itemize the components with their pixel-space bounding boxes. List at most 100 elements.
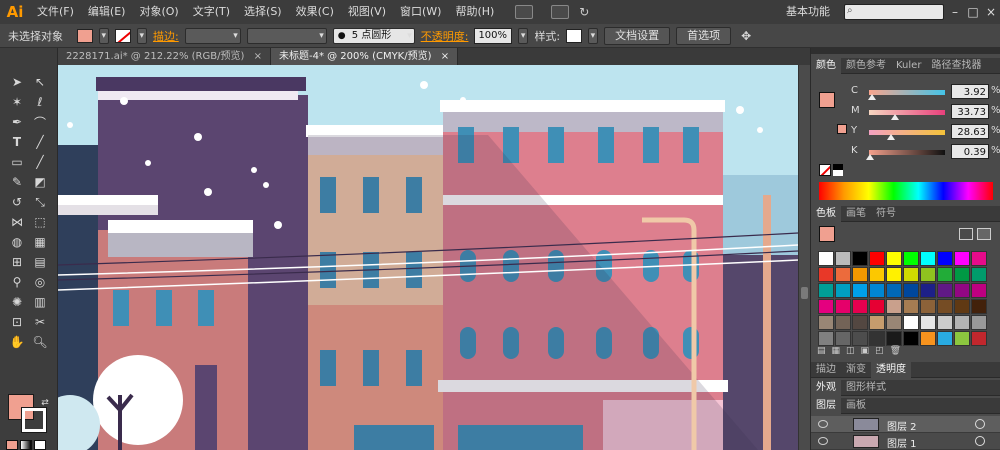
grid-view-icon[interactable]	[977, 228, 991, 240]
swatch[interactable]	[886, 251, 902, 266]
artboard-tool-icon[interactable]: ⊡	[8, 313, 26, 331]
pen-tool-icon[interactable]: ✒	[8, 113, 26, 131]
slider-knob-icon[interactable]	[890, 114, 899, 120]
out-of-gamut-icon[interactable]	[837, 124, 847, 134]
bridge-icon[interactable]	[515, 5, 534, 19]
slider-value-input[interactable]: 28.63	[951, 124, 989, 139]
gradient-tool-icon[interactable]: ▤	[31, 253, 49, 271]
swatch[interactable]	[971, 251, 987, 266]
none-mode-icon[interactable]	[34, 440, 46, 450]
swatch[interactable]	[903, 267, 919, 282]
stroke-weight-dropdown[interactable]	[184, 27, 241, 44]
tab-kuler[interactable]: Kuler	[891, 58, 926, 74]
swatch[interactable]	[852, 315, 868, 330]
preferences-button[interactable]: 首选项	[676, 26, 732, 45]
hand-tool-icon[interactable]: ✋	[8, 333, 26, 351]
swatch[interactable]	[954, 283, 970, 298]
slice-tool-icon[interactable]: ✂	[31, 313, 49, 331]
swatch[interactable]	[869, 315, 885, 330]
swatch[interactable]	[869, 283, 885, 298]
swatch[interactable]	[886, 267, 902, 282]
menu-object[interactable]: 对象(O)	[132, 0, 185, 24]
new-swatch-icon[interactable]: ◰	[875, 346, 890, 356]
slider-knob-icon[interactable]	[887, 134, 896, 140]
scale-tool-icon[interactable]: ⤡	[31, 193, 49, 211]
menu-help[interactable]: 帮助(H)	[448, 0, 501, 24]
rectangle-tool-icon[interactable]: ▭	[8, 153, 26, 171]
fill-dropdown[interactable]	[99, 27, 109, 44]
swatch[interactable]	[903, 283, 919, 298]
visibility-eye-icon[interactable]	[818, 420, 828, 428]
eyedropper-tool-icon[interactable]: ⚲	[8, 273, 26, 291]
color-group-icon[interactable]: ▣	[861, 346, 876, 356]
brush-dropdown[interactable]: ● 5 点圆形	[332, 27, 415, 44]
swatch[interactable]	[852, 251, 868, 266]
zoom-tool-icon[interactable]: 🔍︎	[31, 333, 49, 351]
menu-window[interactable]: 窗口(W)	[393, 0, 448, 24]
search-input[interactable]: ⌕	[844, 4, 944, 20]
swap-colors-icon[interactable]: ⇄	[36, 394, 54, 412]
pencil-tool-icon[interactable]: ✎	[8, 173, 26, 191]
swatch[interactable]	[818, 299, 834, 314]
arrange-icon[interactable]: ✥	[737, 27, 755, 45]
swatch[interactable]	[852, 283, 868, 298]
slider-knob-icon[interactable]	[868, 94, 877, 100]
slider-track[interactable]	[869, 150, 945, 155]
shape-builder-tool-icon[interactable]: ◍	[8, 233, 26, 251]
opacity-label[interactable]: 不透明度:	[421, 28, 469, 44]
swatch[interactable]	[852, 299, 868, 314]
vertical-scrollbar[interactable]	[798, 65, 810, 450]
stroke-dropdown[interactable]	[137, 27, 147, 44]
width-tool-icon[interactable]: ⋈	[8, 213, 26, 231]
menu-select[interactable]: 选择(S)	[237, 0, 289, 24]
slider-row-y[interactable]: Y 28.63%	[851, 124, 1000, 142]
swatch[interactable]	[818, 267, 834, 282]
swatch[interactable]	[971, 331, 987, 346]
swatch[interactable]	[937, 283, 953, 298]
swatch[interactable]	[937, 331, 953, 346]
tab-layers[interactable]: 图层	[811, 398, 841, 414]
swatch[interactable]	[920, 315, 936, 330]
tab-color[interactable]: 颜色	[811, 58, 841, 74]
panel-collapse-strip[interactable]	[811, 48, 1000, 54]
curvature-tool-icon[interactable]: ⌒	[31, 113, 49, 131]
swatch[interactable]	[835, 331, 851, 346]
tab-pathfinder[interactable]: 路径查找器	[926, 58, 986, 74]
document-setup-button[interactable]: 文档设置	[604, 26, 671, 45]
slider-track[interactable]	[869, 110, 945, 115]
tab-gradient[interactable]: 渐变	[841, 362, 871, 378]
close-button[interactable]: ×	[982, 5, 1000, 19]
minimize-button[interactable]: –	[946, 5, 964, 19]
slider-row-c[interactable]: C 3.92%	[851, 84, 1000, 102]
swatch[interactable]	[886, 315, 902, 330]
arrange-documents-icon[interactable]	[551, 5, 570, 19]
swatch[interactable]	[920, 331, 936, 346]
color-mode-icon[interactable]	[6, 440, 18, 450]
swatch[interactable]	[903, 299, 919, 314]
swatch[interactable]	[835, 315, 851, 330]
list-view-icon[interactable]	[959, 228, 973, 240]
swatch[interactable]	[835, 299, 851, 314]
swatch[interactable]	[835, 267, 851, 282]
eraser-tool-icon[interactable]: ◩	[31, 173, 49, 191]
tab-artboards[interactable]: 画板	[841, 398, 871, 414]
swatch[interactable]	[835, 251, 851, 266]
variable-width-dropdown[interactable]	[246, 27, 327, 44]
doc-tab-2[interactable]: 未标题-4* @ 200% (CMYK/预览) ×	[270, 48, 459, 65]
gradient-mode-icon[interactable]	[20, 440, 32, 450]
menu-effect[interactable]: 效果(C)	[289, 0, 341, 24]
tab-symbols[interactable]: 符号	[871, 206, 901, 222]
slider-value-input[interactable]: 33.73	[951, 104, 989, 119]
column-graph-tool-icon[interactable]: ▥	[31, 293, 49, 311]
delete-swatch-icon[interactable]: 🗑︎	[890, 346, 907, 356]
swatch[interactable]	[869, 331, 885, 346]
swatch[interactable]	[937, 251, 953, 266]
layer-target-icon[interactable]	[975, 436, 985, 446]
swatch[interactable]	[886, 331, 902, 346]
swatch[interactable]	[954, 251, 970, 266]
close-tab-icon[interactable]: ×	[254, 51, 262, 62]
swatch[interactable]	[937, 299, 953, 314]
type-tool-icon[interactable]: T	[8, 133, 26, 151]
swatch[interactable]	[971, 283, 987, 298]
workspace-switcher[interactable]: 基本功能	[786, 0, 830, 24]
